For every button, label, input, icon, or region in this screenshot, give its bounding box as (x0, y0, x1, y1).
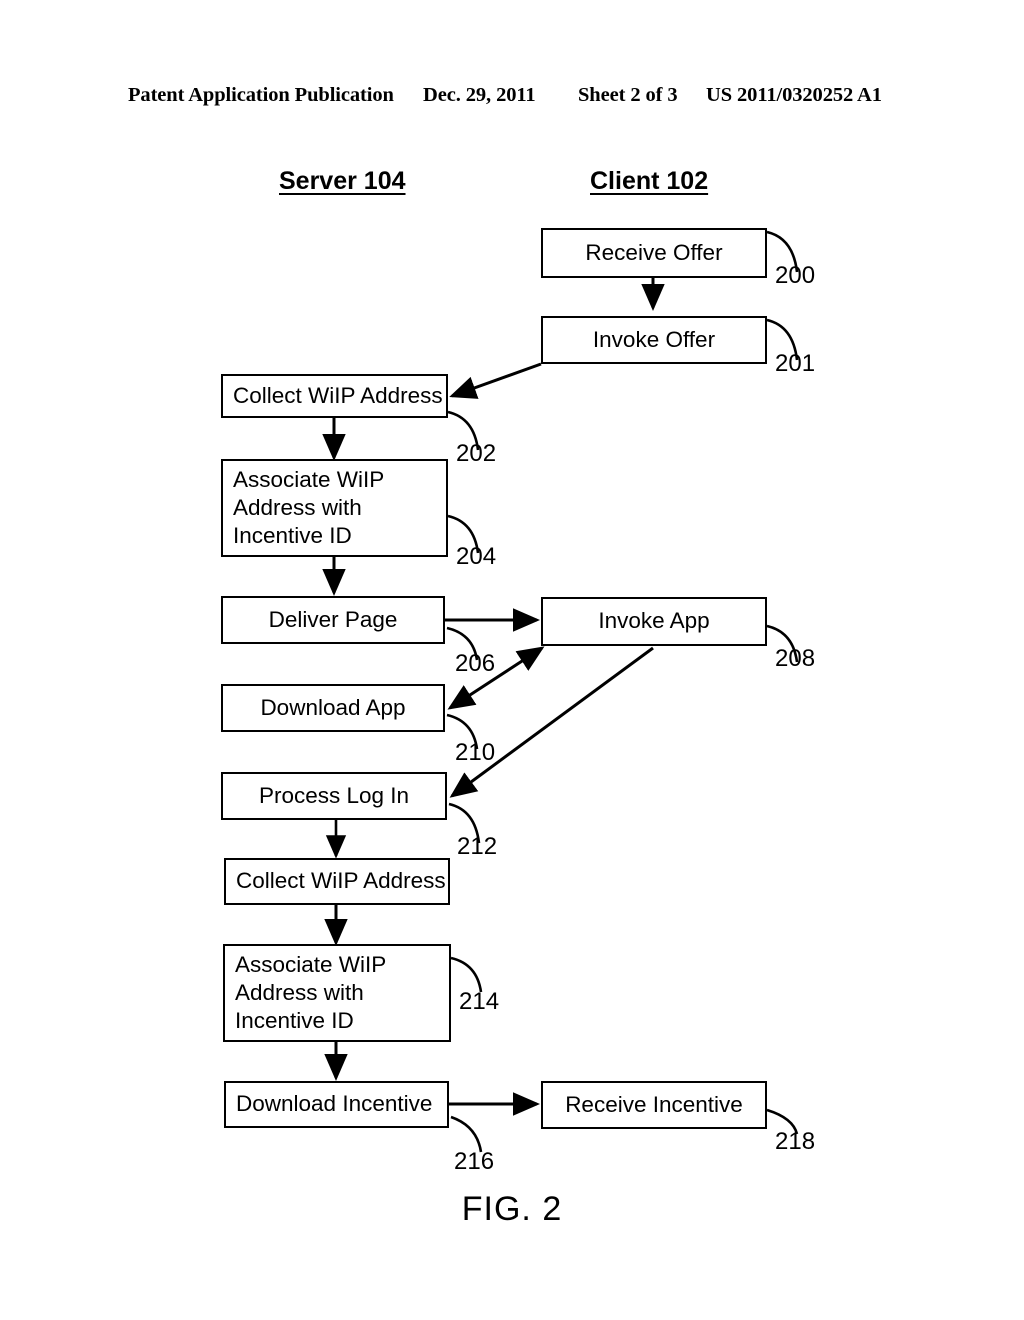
leader-line-216 (450, 1115, 483, 1153)
process-box-associate-wiip-incentive-1[interactable]: Associate WiIP Address with Incentive ID (221, 459, 448, 557)
reference-numeral-204: 204 (456, 543, 497, 570)
process-box-collect-wiip-address-2[interactable]: Collect WiIP Address (224, 858, 450, 905)
process-box-download-incentive-label: Download Incentive (236, 1091, 433, 1117)
process-box-download-app-label: Download App (260, 694, 406, 720)
leader-line-214 (450, 956, 483, 993)
process-box-invoke-app-label: Invoke App (598, 608, 710, 634)
figure-caption: FIG. 2 (461, 1190, 563, 1228)
process-box-download-incentive[interactable]: Download Incentive (224, 1081, 449, 1128)
process-box-deliver-page-label: Deliver Page (268, 606, 398, 632)
associate-line-2: Address with (233, 494, 362, 520)
process-box-deliver-page[interactable]: Deliver Page (221, 596, 445, 644)
process-box-associate-wiip-incentive-1-label: Associate WiIP Address with Incentive ID (233, 466, 384, 550)
reference-numeral-208: 208 (775, 645, 816, 672)
process-box-download-app[interactable]: Download App (221, 684, 445, 732)
flowchart-connectors (322, 230, 799, 1153)
reference-numeral-218: 218 (775, 1128, 816, 1155)
associate-line-1: Associate WiIP (233, 466, 385, 492)
associate-2-line-1: Associate WiIP (235, 951, 387, 977)
process-box-process-log-in[interactable]: Process Log In (221, 772, 447, 820)
connector-invoke-offer-to-collect-wiip (449, 362, 542, 399)
associate-line-3: Incentive ID (233, 523, 352, 549)
process-box-collect-wiip-address-2-label: Collect WiIP Address (236, 868, 446, 894)
reference-numeral-210: 210 (455, 739, 496, 766)
process-box-receive-offer-label: Receive Offer (585, 239, 723, 265)
process-box-collect-wiip-address-1-label: Collect WiIP Address (233, 382, 443, 408)
process-box-invoke-offer[interactable]: Invoke Offer (541, 316, 767, 364)
associate-2-line-2: Address with (235, 979, 364, 1005)
reference-numeral-206: 206 (455, 650, 496, 677)
associate-2-line-3: Incentive ID (235, 1008, 354, 1034)
process-box-collect-wiip-address-1[interactable]: Collect WiIP Address (221, 374, 448, 418)
process-box-process-log-in-label: Process Log In (258, 782, 410, 808)
reference-numeral-214: 214 (459, 988, 500, 1015)
reference-numeral-201: 201 (775, 350, 816, 377)
process-box-receive-offer[interactable]: Receive Offer (541, 228, 767, 278)
reference-numeral-212: 212 (457, 833, 498, 860)
process-box-receive-incentive[interactable]: Receive Incentive (541, 1081, 767, 1129)
process-box-associate-wiip-incentive-2-label: Associate WiIP Address with Incentive ID (235, 951, 386, 1035)
process-box-associate-wiip-incentive-2[interactable]: Associate WiIP Address with Incentive ID (223, 944, 451, 1042)
process-box-receive-incentive-label: Receive Incentive (565, 1091, 743, 1117)
process-box-invoke-offer-label: Invoke Offer (592, 326, 716, 352)
process-box-invoke-app[interactable]: Invoke App (541, 597, 767, 646)
reference-numeral-200: 200 (775, 262, 816, 289)
reference-numeral-216: 216 (454, 1148, 495, 1175)
reference-numeral-202: 202 (456, 440, 497, 467)
